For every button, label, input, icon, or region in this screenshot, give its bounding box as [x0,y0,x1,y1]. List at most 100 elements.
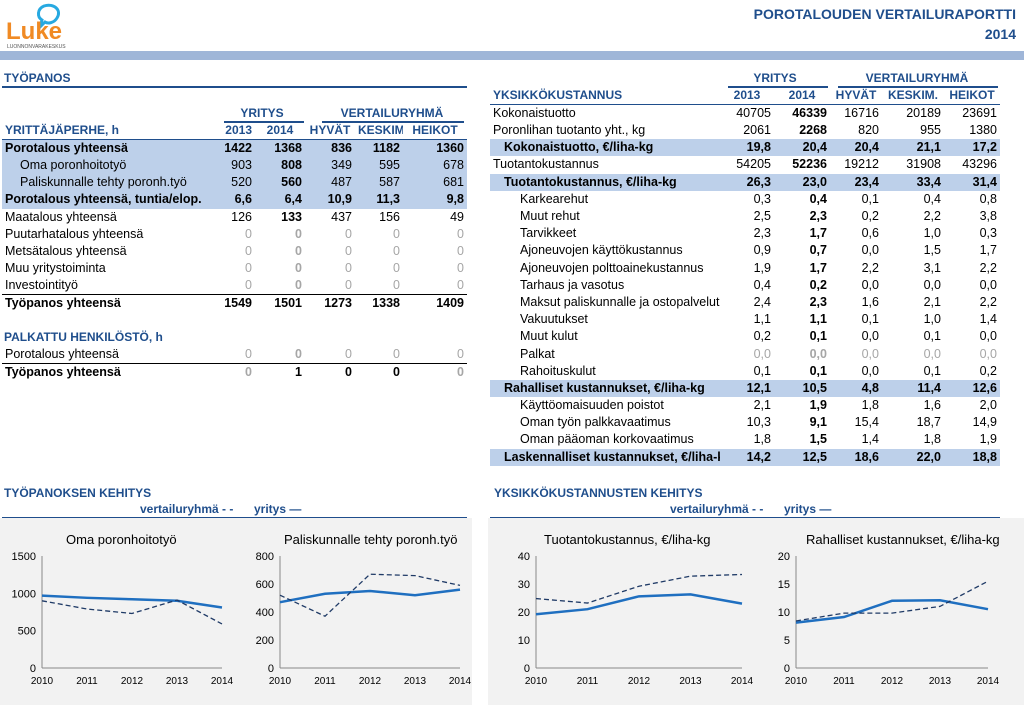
y-tick-label: 200 [256,635,274,647]
row-value: 0,0 [809,346,827,361]
yksikko-table: YKSIKKÖKUSTANNUS 2013 2014 HYVÄT KESKIM. HEIK… [490,87,1000,466]
y-tick-label: 15 [778,579,790,591]
row-value: 12,1 [720,379,774,397]
y-tick-label: 40 [518,551,530,563]
column-header: HYVÄT [830,87,882,105]
tyopanos-col-label: YRITTÄJÄPERHE, h [2,122,215,140]
row-label: Ajoneuvojen käyttökustannus [520,243,683,258]
column-header: KESKIM. [355,122,403,140]
row-value: 10,3 [746,415,771,430]
chart-title: Rahalliset kustannukset, €/liha-kg [806,532,1000,547]
row-value: 1422 [215,139,255,157]
row-value: 19,8 [720,139,774,157]
y-tick-label: 1000 [12,588,36,600]
row-value: 0,4 [753,277,771,292]
table-row: Muut kulut 0,2 0,1 0,0 0,1 0,0 [490,328,1000,345]
row-value: 23,0 [774,173,830,191]
row-value: 40705 [736,106,771,120]
row-value: 26,3 [720,173,774,191]
row-value: 1,9 [753,260,771,275]
row-value: 903 [215,157,255,175]
tyopanos-header-row: YRITTÄJÄPERHE, h20132014HYVÄTKESKIM.HEIK… [2,122,467,140]
x-tick-label: 2011 [314,676,336,687]
row-value: 0 [393,244,400,259]
row-value: 2,1 [753,398,771,413]
logo-text: Luke [6,18,62,45]
row-value: 0 [295,261,302,276]
x-tick-label: 2013 [404,676,427,687]
row-value: 2,3 [753,226,771,241]
left-legend-yritys: yritys — [254,502,302,516]
row-value: 0 [305,346,355,364]
row-label: Oman pääoman korkovaatimus [520,432,694,447]
x-tick-label: 2011 [577,676,599,687]
row-value: 1,8 [923,432,941,447]
row-value: 2,2 [923,209,941,224]
y-tick-label: 0 [524,663,530,675]
row-value: 2,5 [753,209,771,224]
row-value: 23,4 [830,173,882,191]
column-header: HYVÄT [305,122,355,140]
x-tick-label: 2014 [731,676,754,687]
row-value: 10,5 [774,379,830,397]
row-value: 0,0 [861,363,879,378]
chart-paliskunnalle-tehty: Paliskunnalle tehty poronh.työ 0 200 400 600… [256,532,472,687]
series-line-vertailuryhmä [279,573,461,617]
row-value: 0 [393,261,400,276]
row-value: 3,1 [923,260,941,275]
row-value: 437 [331,209,352,224]
table-row: Työpanos yhteensä 1549 1501 1273 1338 1409 [2,295,467,313]
row-value: 1,0 [923,312,941,327]
row-value: 0,6 [861,226,879,241]
row-label: Rahalliset kustannukset, €/liha-kg [490,379,720,397]
row-value: 19212 [844,157,879,172]
row-label: Tuotantokustannus, €/liha-kg [490,173,720,191]
row-value: 21,1 [882,139,944,157]
row-value: 18,7 [916,415,941,430]
y-tick-label: 20 [778,551,790,563]
luke-logo: Luke LUONNONVARAKESKUS [4,2,74,50]
row-label: Kokonaistuotto [493,106,576,120]
row-value: 0,0 [861,346,879,361]
yksikko-header-row: YKSIKKÖKUSTANNUS 2013 2014 HYVÄT KESKIM. HEIK… [490,87,1000,105]
header-divider [0,51,1024,60]
table-row: Kokonaistuotto 40705 46339 16716 20189 23691 [490,105,1000,123]
row-label: Työpanos yhteensä [5,365,121,379]
table-row: Porotalous yhteensä 1422 1368 836 1182 1360 [2,139,467,157]
x-tick-label: 2010 [525,676,548,687]
row-value: 1,6 [923,398,941,413]
row-value: 0 [355,277,403,296]
row-label: Työpanos yhteensä [5,296,121,311]
row-value: 0,3 [979,226,997,241]
row-value: 0,2 [753,329,771,344]
x-tick-label: 2013 [679,676,702,687]
row-label: Ajoneuvojen polttoainekustannus [520,260,704,275]
row-value: 18,6 [830,448,882,466]
x-tick-label: 2012 [359,676,382,687]
row-value: 0 [403,277,467,296]
row-label: Käyttöomaisuuden poistot [520,398,664,413]
row-value: 487 [305,174,355,192]
row-value: 14,9 [972,415,997,430]
palkattu-section-title: PALKATTU HENKILÖSTÖ, h [4,330,163,344]
palkattu-table: Porotalous yhteensä 0 0 0 0 0 Työpanos yhteens… [2,346,467,381]
row-value: 1,1 [809,312,827,327]
tyopanos-section-title: TYÖPANOS [4,71,71,85]
row-value: 0,1 [753,363,771,378]
row-value: 133 [281,209,302,224]
tyopanos-group-vertailu: VERTAILURYHMÄ [340,106,444,120]
row-value: 520 [215,174,255,192]
row-value: 0 [355,346,403,364]
row-value: 2,2 [861,260,879,275]
tyopanos-kehitys-title: TYÖPANOKSEN KEHITYS [4,486,152,500]
table-row: Tarhaus ja vasotus 0,4 0,2 0,0 0,0 0,0 [490,277,1000,294]
row-value: 52236 [792,157,827,172]
row-value: 20,4 [774,139,830,157]
row-value: 0 [215,277,255,296]
x-tick-label: 2013 [166,676,189,687]
row-value: 2,3 [809,294,827,309]
row-value: 0 [305,277,355,296]
table-row: Palkat 0,0 0,0 0,0 0,0 0,0 [490,345,1000,362]
table-row: Metsätalous yhteensä 0 0 0 0 0 [2,243,467,260]
row-label: Maksut paliskunnalle ja ostopalvelut [520,294,720,309]
